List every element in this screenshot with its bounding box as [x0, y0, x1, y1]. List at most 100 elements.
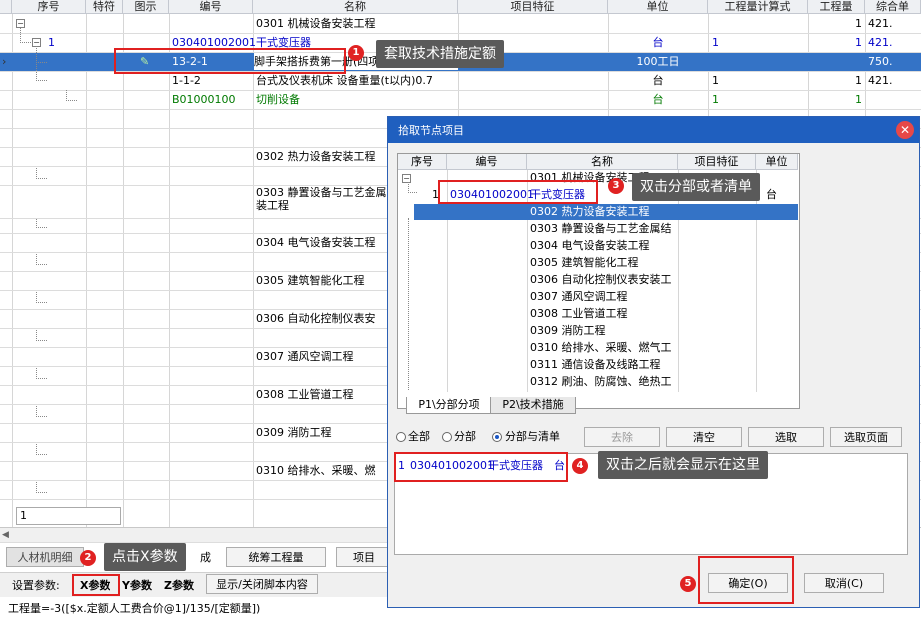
dlg-row-name[interactable]: 0310 给排水、采暖、燃气工: [530, 339, 672, 356]
row-name[interactable]: 0304 电气设备安装工程: [256, 234, 376, 251]
grid-footer-field[interactable]: 1: [16, 507, 121, 525]
row-price: 750.: [868, 55, 893, 68]
row-unit: 台: [652, 74, 664, 87]
dialog-title: 拾取节点项目: [398, 124, 464, 137]
formula-text: 工程量=-3([$x.定额人工费合价@1]/135/[定额量]): [8, 602, 261, 615]
row-name: 0301 机械设备安装工程: [256, 17, 376, 30]
dlg-row-name[interactable]: 0304 电气设备安装工程: [530, 237, 650, 254]
dlg-row-name[interactable]: 0305 建筑智能化工程: [530, 254, 639, 271]
dlg-row-name[interactable]: 0312 刷油、防腐蚀、绝热工: [530, 373, 672, 390]
row-formula[interactable]: 1: [712, 91, 719, 108]
col-header-unit[interactable]: 单位: [608, 0, 708, 14]
radio-section-and-list[interactable]: [492, 432, 502, 442]
dlg-header-features[interactable]: 项目特征: [678, 154, 756, 170]
row-name[interactable]: 0307 通风空调工程: [256, 348, 354, 365]
col-header-icon[interactable]: 图示: [123, 0, 169, 14]
select-page-button[interactable]: 选取页面: [830, 427, 902, 447]
row-price: 421.: [868, 36, 893, 49]
tab-partial-label: 成: [200, 551, 211, 564]
tab-p1-items[interactable]: P1\分部分项: [406, 397, 492, 414]
dlg-row-unit: 台: [766, 188, 777, 201]
col-header-code[interactable]: 编号: [169, 0, 253, 14]
radio-all-label: 全部: [408, 430, 430, 443]
tab-project[interactable]: 项目: [336, 547, 392, 567]
dlg-header-unit[interactable]: 单位: [756, 154, 798, 170]
horizontal-scrollbar[interactable]: ◀: [0, 528, 390, 543]
clear-button[interactable]: 清空: [666, 427, 742, 447]
row-formula[interactable]: 1: [712, 34, 719, 51]
highlight-box-2: [72, 574, 120, 596]
callout-number-1: 1: [348, 45, 364, 61]
cancel-button[interactable]: 取消(C): [804, 573, 884, 593]
row-name-continued: 装工程: [256, 199, 289, 212]
dlg-row-name[interactable]: 0311 通信设备及线路工程: [530, 356, 661, 373]
dlg-header-name[interactable]: 名称: [527, 154, 678, 170]
callout-number-2: 2: [80, 550, 96, 566]
row-price: 421.: [868, 74, 893, 87]
row-qty: 1: [855, 36, 862, 49]
scroll-left-icon[interactable]: ◀: [2, 530, 9, 540]
radio-section[interactable]: [442, 432, 452, 442]
row-name[interactable]: 0306 自动化控制仪表安: [256, 310, 376, 327]
tab-p2-measures[interactable]: P2\技术措施: [490, 397, 576, 414]
row-code[interactable]: B01000100: [172, 91, 236, 108]
row-pointer-icon: ›: [2, 55, 7, 68]
callout-number-4: 4: [572, 458, 588, 474]
col-header-formula[interactable]: 工程量计算式: [708, 0, 808, 14]
callout-text-2: 点击X参数: [104, 543, 186, 571]
dlg-header-code[interactable]: 编号: [447, 154, 527, 170]
col-header-seq[interactable]: 序号: [12, 0, 86, 14]
row-name[interactable]: 切削设备: [256, 91, 300, 108]
row-unit: 台: [652, 93, 664, 106]
params-label: 设置参数:: [12, 579, 60, 592]
dlg-row-name[interactable]: 0303 静置设备与工艺金属结: [530, 220, 672, 237]
dlg-row-name[interactable]: 0306 自动化控制仪表安装工: [530, 271, 672, 288]
callout-text-3: 双击分部或者清单: [632, 173, 760, 201]
tab-material-detail[interactable]: 人材机明细: [6, 547, 84, 567]
col-header-special[interactable]: 特符: [86, 0, 123, 14]
highlight-box-4: [394, 452, 568, 482]
radio-section-label: 分部: [454, 430, 476, 443]
callout-number-5: 5: [680, 576, 696, 592]
dialog-title-bar[interactable]: 拾取节点项目 ✕: [388, 117, 919, 143]
tab-overall-quantity[interactable]: 统筹工程量: [226, 547, 326, 567]
row-name[interactable]: 0308 工业管道工程: [256, 386, 354, 403]
callout-text-4: 双击之后就会显示在这里: [598, 451, 768, 479]
row-name[interactable]: 0309 消防工程: [256, 424, 332, 441]
row-name[interactable]: 0305 建筑智能化工程: [256, 272, 365, 289]
y-param-button[interactable]: Y参数: [122, 577, 152, 594]
row-seq: 1: [48, 36, 55, 49]
col-header-features[interactable]: 项目特征: [458, 0, 608, 14]
dlg-header-seq[interactable]: 序号: [398, 154, 447, 170]
row-name[interactable]: 0303 静置设备与工艺金属: [256, 186, 387, 199]
row-unit: 台: [652, 36, 664, 49]
col-header-name[interactable]: 名称: [253, 0, 458, 14]
row-qty: 1: [855, 17, 862, 30]
dlg-row-name[interactable]: 0302 热力设备安装工程: [530, 203, 650, 220]
row-name[interactable]: 0302 热力设备安装工程: [256, 148, 376, 165]
row-name[interactable]: 0310 给排水、采暖、燃: [256, 462, 376, 479]
row-qty: 1: [855, 74, 862, 87]
dlg-row-name[interactable]: 0309 消防工程: [530, 322, 606, 339]
toggle-script-button[interactable]: 显示/关闭脚本内容: [206, 574, 318, 594]
tree-collapse-icon[interactable]: −: [16, 19, 25, 28]
row-name[interactable]: 台式及仪表机床 设备重量(t以内)0.7: [256, 72, 433, 89]
radio-all[interactable]: [396, 432, 406, 442]
dlg-row-name[interactable]: 0308 工业管道工程: [530, 305, 628, 322]
row-unit: 100工日: [636, 55, 680, 68]
z-param-button[interactable]: Z参数: [164, 577, 194, 594]
highlight-box-1: [114, 48, 346, 74]
highlight-box-5: [698, 556, 794, 604]
remove-button[interactable]: 去除: [584, 427, 660, 447]
dlg-row-name[interactable]: 0307 通风空调工程: [530, 288, 628, 305]
row-code[interactable]: 1-1-2: [172, 72, 201, 89]
row-price: 421.: [868, 17, 893, 30]
radio-section-and-list-label: 分部与清单: [505, 430, 560, 443]
callout-number-3: 3: [608, 178, 624, 194]
close-icon[interactable]: ✕: [896, 121, 914, 139]
row-indicator-header: [0, 0, 12, 14]
select-button[interactable]: 选取: [748, 427, 824, 447]
col-header-price[interactable]: 综合单: [865, 0, 921, 14]
col-header-qty[interactable]: 工程量: [808, 0, 865, 14]
row-formula[interactable]: 1: [712, 72, 719, 89]
